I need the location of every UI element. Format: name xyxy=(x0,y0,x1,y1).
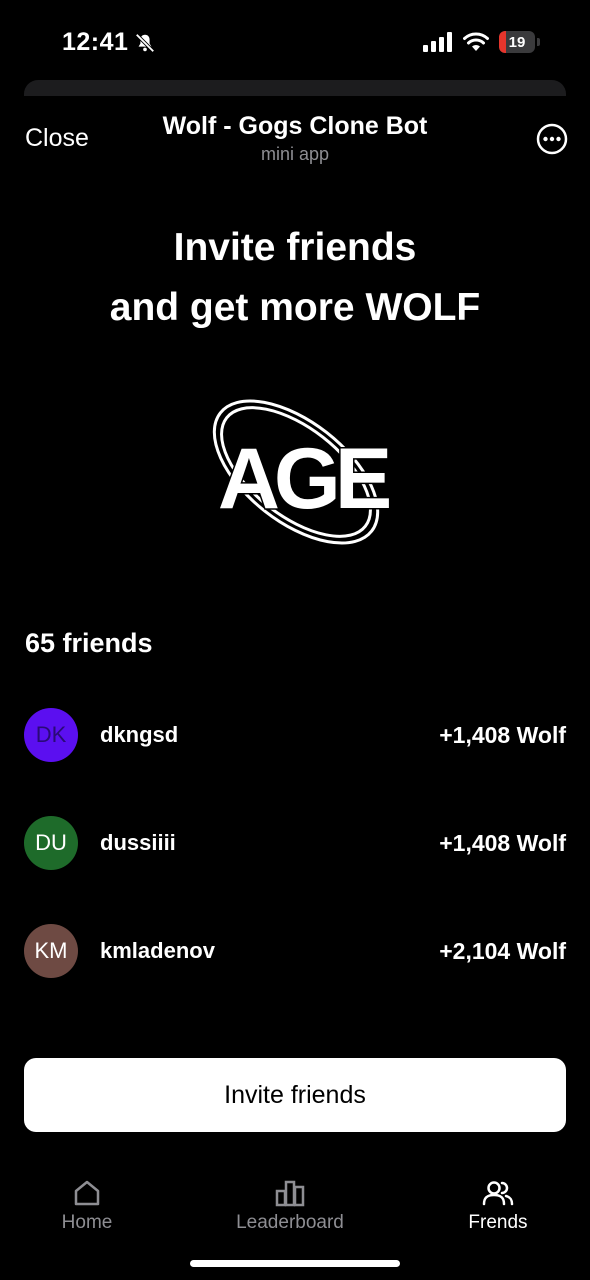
battery-nub xyxy=(537,38,540,46)
app-title: Wolf - Gogs Clone Bot xyxy=(162,112,428,140)
avatar: KM xyxy=(24,924,78,978)
avatar-initials: DK xyxy=(35,722,67,747)
bottom-nav: Home Leaderboard Frends xyxy=(0,1170,590,1250)
friend-name: dkngsd xyxy=(100,722,179,747)
battery-level: 19 xyxy=(508,33,526,51)
status-bar: 12:41 19 xyxy=(0,0,590,80)
headline-line-2: and get more WOLF xyxy=(109,286,481,329)
home-icon xyxy=(74,1180,100,1206)
nav-label: Leaderboard xyxy=(236,1212,344,1233)
bell-slash-icon xyxy=(135,32,155,53)
headline-line-1: Invite friends xyxy=(173,226,417,269)
friends-count: 65 friends xyxy=(25,628,153,658)
nav-label: Home xyxy=(61,1212,113,1233)
friend-name: kmladenov xyxy=(100,938,215,963)
battery-icon: 19 xyxy=(499,31,535,53)
age-logo: AGE xyxy=(212,399,396,545)
friend-reward: +1,408 Wolf xyxy=(439,721,566,748)
nav-item-leaderboard[interactable]: Leaderboard xyxy=(200,1170,380,1234)
invite-friends-button[interactable]: Invite friends xyxy=(24,1058,566,1132)
avatar-initials: KM xyxy=(34,938,68,963)
friend-list: DK dkngsd +1,408 Wolf DU dussiiii +1,408… xyxy=(24,681,566,1005)
home-indicator[interactable] xyxy=(190,1260,400,1267)
friend-row: KM kmladenov +2,104 Wolf xyxy=(24,897,566,1005)
logo-text: AGE xyxy=(218,431,389,527)
cellular-signal-icon xyxy=(423,32,452,52)
nav-item-friends[interactable]: Frends xyxy=(408,1170,588,1234)
nav-label: Frends xyxy=(468,1212,528,1233)
nav-item-home[interactable]: Home xyxy=(0,1170,177,1234)
wifi-icon xyxy=(463,32,489,51)
friend-reward: +2,104 Wolf xyxy=(439,937,566,964)
friend-name: dussiiii xyxy=(100,830,176,855)
avatar: DK xyxy=(24,708,78,762)
clock: 12:41 xyxy=(62,28,129,56)
hero-headline: Invite friends and get more WOLF xyxy=(0,218,590,338)
status-right: 19 xyxy=(423,31,540,53)
friend-reward: +1,408 Wolf xyxy=(439,829,566,856)
avatar: DU xyxy=(24,816,78,870)
app-subtitle: mini app xyxy=(260,144,330,164)
more-options-icon[interactable] xyxy=(536,123,568,155)
leaderboard-icon xyxy=(275,1180,305,1207)
friend-row: DU dussiiii +1,408 Wolf xyxy=(24,789,566,897)
friend-row: DK dkngsd +1,408 Wolf xyxy=(24,681,566,789)
avatar-initials: DU xyxy=(35,830,67,855)
status-time: 12:41 xyxy=(62,28,156,57)
mini-app-header: Close Wolf - Gogs Clone Bot mini app xyxy=(0,100,590,180)
sheet-top-edge xyxy=(24,80,566,96)
friends-icon xyxy=(482,1181,514,1206)
